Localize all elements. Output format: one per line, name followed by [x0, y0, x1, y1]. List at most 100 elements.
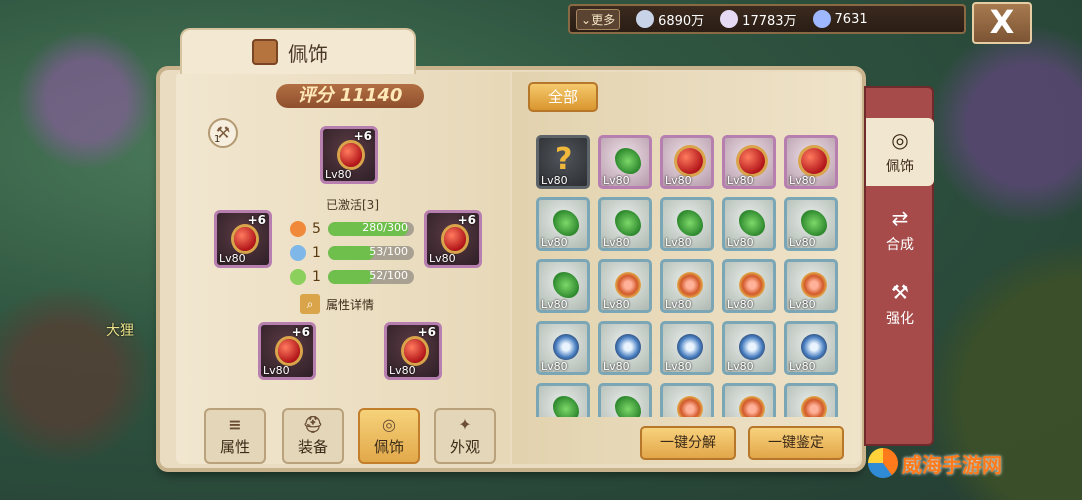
score-banner: 评分 11140 — [276, 84, 424, 108]
clover-accessory-icon — [553, 272, 579, 298]
snowflake-icon — [290, 245, 306, 261]
clover-accessory-icon — [615, 148, 641, 174]
wave-accessory-icon — [801, 334, 827, 360]
ring-accessory-icon — [677, 272, 703, 298]
inventory-item[interactable]: Lv80 — [722, 383, 776, 417]
accessory-icon: ◎ — [891, 128, 909, 152]
inventory-item[interactable]: Lv80 — [598, 383, 652, 417]
inventory-item[interactable]: Lv80 — [536, 321, 590, 375]
close-button[interactable]: X — [972, 2, 1032, 44]
item-level: Lv80 — [789, 298, 816, 311]
shell-resource: 17783万 — [720, 10, 797, 29]
scroll-icon: ⇄ — [891, 206, 909, 230]
filter-all-button[interactable]: 全部 — [528, 82, 598, 112]
shell-icon — [720, 10, 739, 28]
crystal-resource: 7631 — [812, 10, 868, 28]
item-level: Lv80 — [665, 360, 692, 373]
tab-attributes[interactable]: ≡ 属性 — [204, 408, 266, 464]
inventory-item[interactable]: Lv80 — [722, 259, 776, 313]
red-accessory-icon — [739, 148, 765, 174]
equip-slot-bottom-right[interactable]: +6 Lv80 — [384, 322, 442, 380]
more-button[interactable]: ⌄更多 — [576, 8, 621, 30]
inventory-item[interactable]: Lv80 — [660, 197, 714, 251]
inventory-item[interactable]: Lv80 — [536, 259, 590, 313]
clover-accessory-icon — [615, 210, 641, 236]
inventory-item[interactable]: Lv80 — [660, 259, 714, 313]
equip-slot-right[interactable]: +6 Lv80 — [424, 210, 482, 268]
inventory-item[interactable]: Lv80 — [536, 197, 590, 251]
item-level: Lv80 — [789, 236, 816, 249]
item-level: Lv80 — [603, 174, 630, 187]
wave-accessory-icon — [677, 334, 703, 360]
side-tab-accessories[interactable]: ◎ 佩饰 — [866, 118, 934, 186]
crystal-icon — [812, 10, 831, 28]
inventory-item[interactable]: Lv80 — [722, 321, 776, 375]
site-watermark: 威海手游网 — [868, 448, 1002, 478]
inventory-item[interactable]: Lv80 — [784, 383, 838, 417]
stat-row-fire: 5 280/300 — [290, 220, 414, 238]
necklace-icon — [278, 339, 300, 363]
inventory-item[interactable]: Lv80 — [784, 259, 838, 313]
inventory-item[interactable]: Lv80 — [598, 135, 652, 189]
clover-accessory-icon — [615, 396, 641, 417]
inventory-item[interactable]: Lv80 — [598, 197, 652, 251]
inventory-item[interactable]: Lv80 — [660, 383, 714, 417]
side-tab-enhance[interactable]: ⚒ 强化 — [866, 270, 934, 338]
item-level: Lv80 — [727, 298, 754, 311]
item-level: Lv80 — [727, 174, 754, 187]
item-level: Lv80 — [603, 360, 630, 373]
outfit-icon: ✦ — [458, 415, 472, 434]
accessory-icon — [234, 227, 256, 251]
leaf-icon — [290, 269, 306, 285]
item-level: Lv80 — [541, 236, 568, 249]
item-level: Lv80 — [541, 174, 568, 187]
item-level: Lv80 — [541, 360, 568, 373]
tab-accessories[interactable]: ◎ 佩饰 — [358, 408, 420, 464]
npc-name: 大狸 — [106, 323, 134, 339]
inventory-grid: ? Lv80 Lv80 Lv80 Lv80 Lv80 Lv80 Lv80 Lv80 Lv80 Lv8… — [536, 135, 846, 417]
item-level: Lv80 — [665, 174, 692, 187]
bag-icon — [252, 39, 278, 65]
ring-accessory-icon — [801, 272, 827, 298]
inventory-item[interactable]: Lv80 — [784, 135, 838, 189]
progress-bar: 280/300 — [328, 222, 414, 236]
inventory-item[interactable]: ? Lv80 — [536, 135, 590, 189]
decompose-all-button[interactable]: 一键分解 — [640, 426, 736, 460]
ring-accessory-icon — [615, 272, 641, 298]
inventory-item[interactable]: Lv80 — [598, 321, 652, 375]
activated-count: 已激活[3] — [326, 198, 379, 212]
tab-equipment[interactable]: ⛑ 装备 — [282, 408, 344, 464]
inventory-item[interactable]: Lv80 — [784, 197, 838, 251]
inventory-item[interactable]: Lv80 — [536, 383, 590, 417]
stat-row-ice: 1 53/100 — [290, 244, 414, 262]
red-accessory-icon — [677, 148, 703, 174]
helmet-icon: ⛑ — [302, 415, 324, 434]
inventory-item[interactable]: Lv80 — [784, 321, 838, 375]
clover-accessory-icon — [553, 396, 579, 417]
magnifier-icon: ⌕ — [300, 294, 320, 314]
inventory-item[interactable]: Lv80 — [660, 135, 714, 189]
inventory-item[interactable]: Lv80 — [660, 321, 714, 375]
ring-accessory-icon — [677, 396, 703, 417]
equip-slot-bottom-left[interactable]: +6 Lv80 — [258, 322, 316, 380]
star-icon — [636, 10, 655, 28]
side-tab-synthesis[interactable]: ⇄ 合成 — [866, 196, 934, 264]
item-level: Lv80 — [603, 236, 630, 249]
ring-accessory-icon — [739, 396, 765, 417]
tab-appearance[interactable]: ✦ 外观 — [434, 408, 496, 464]
equip-slot-left[interactable]: +6 Lv80 — [214, 210, 272, 268]
identify-all-button[interactable]: 一键鉴定 — [748, 426, 844, 460]
clover-accessory-icon — [801, 210, 827, 236]
inventory-item[interactable]: Lv80 — [722, 135, 776, 189]
wave-accessory-icon — [739, 334, 765, 360]
inventory-item[interactable]: Lv80 — [722, 197, 776, 251]
hammer-icon[interactable]: ⚒ — [208, 118, 238, 148]
item-level: Lv80 — [541, 298, 568, 311]
attribute-details-button[interactable]: ⌕ 属性详情 — [300, 294, 374, 314]
clover-accessory-icon — [677, 210, 703, 236]
stat-row-nature: 1 52/100 — [290, 268, 414, 286]
clover-accessory-icon — [739, 210, 765, 236]
accessory-icon — [340, 143, 362, 167]
equip-slot-top[interactable]: +6 Lv80 — [320, 126, 378, 184]
inventory-item[interactable]: Lv80 — [598, 259, 652, 313]
